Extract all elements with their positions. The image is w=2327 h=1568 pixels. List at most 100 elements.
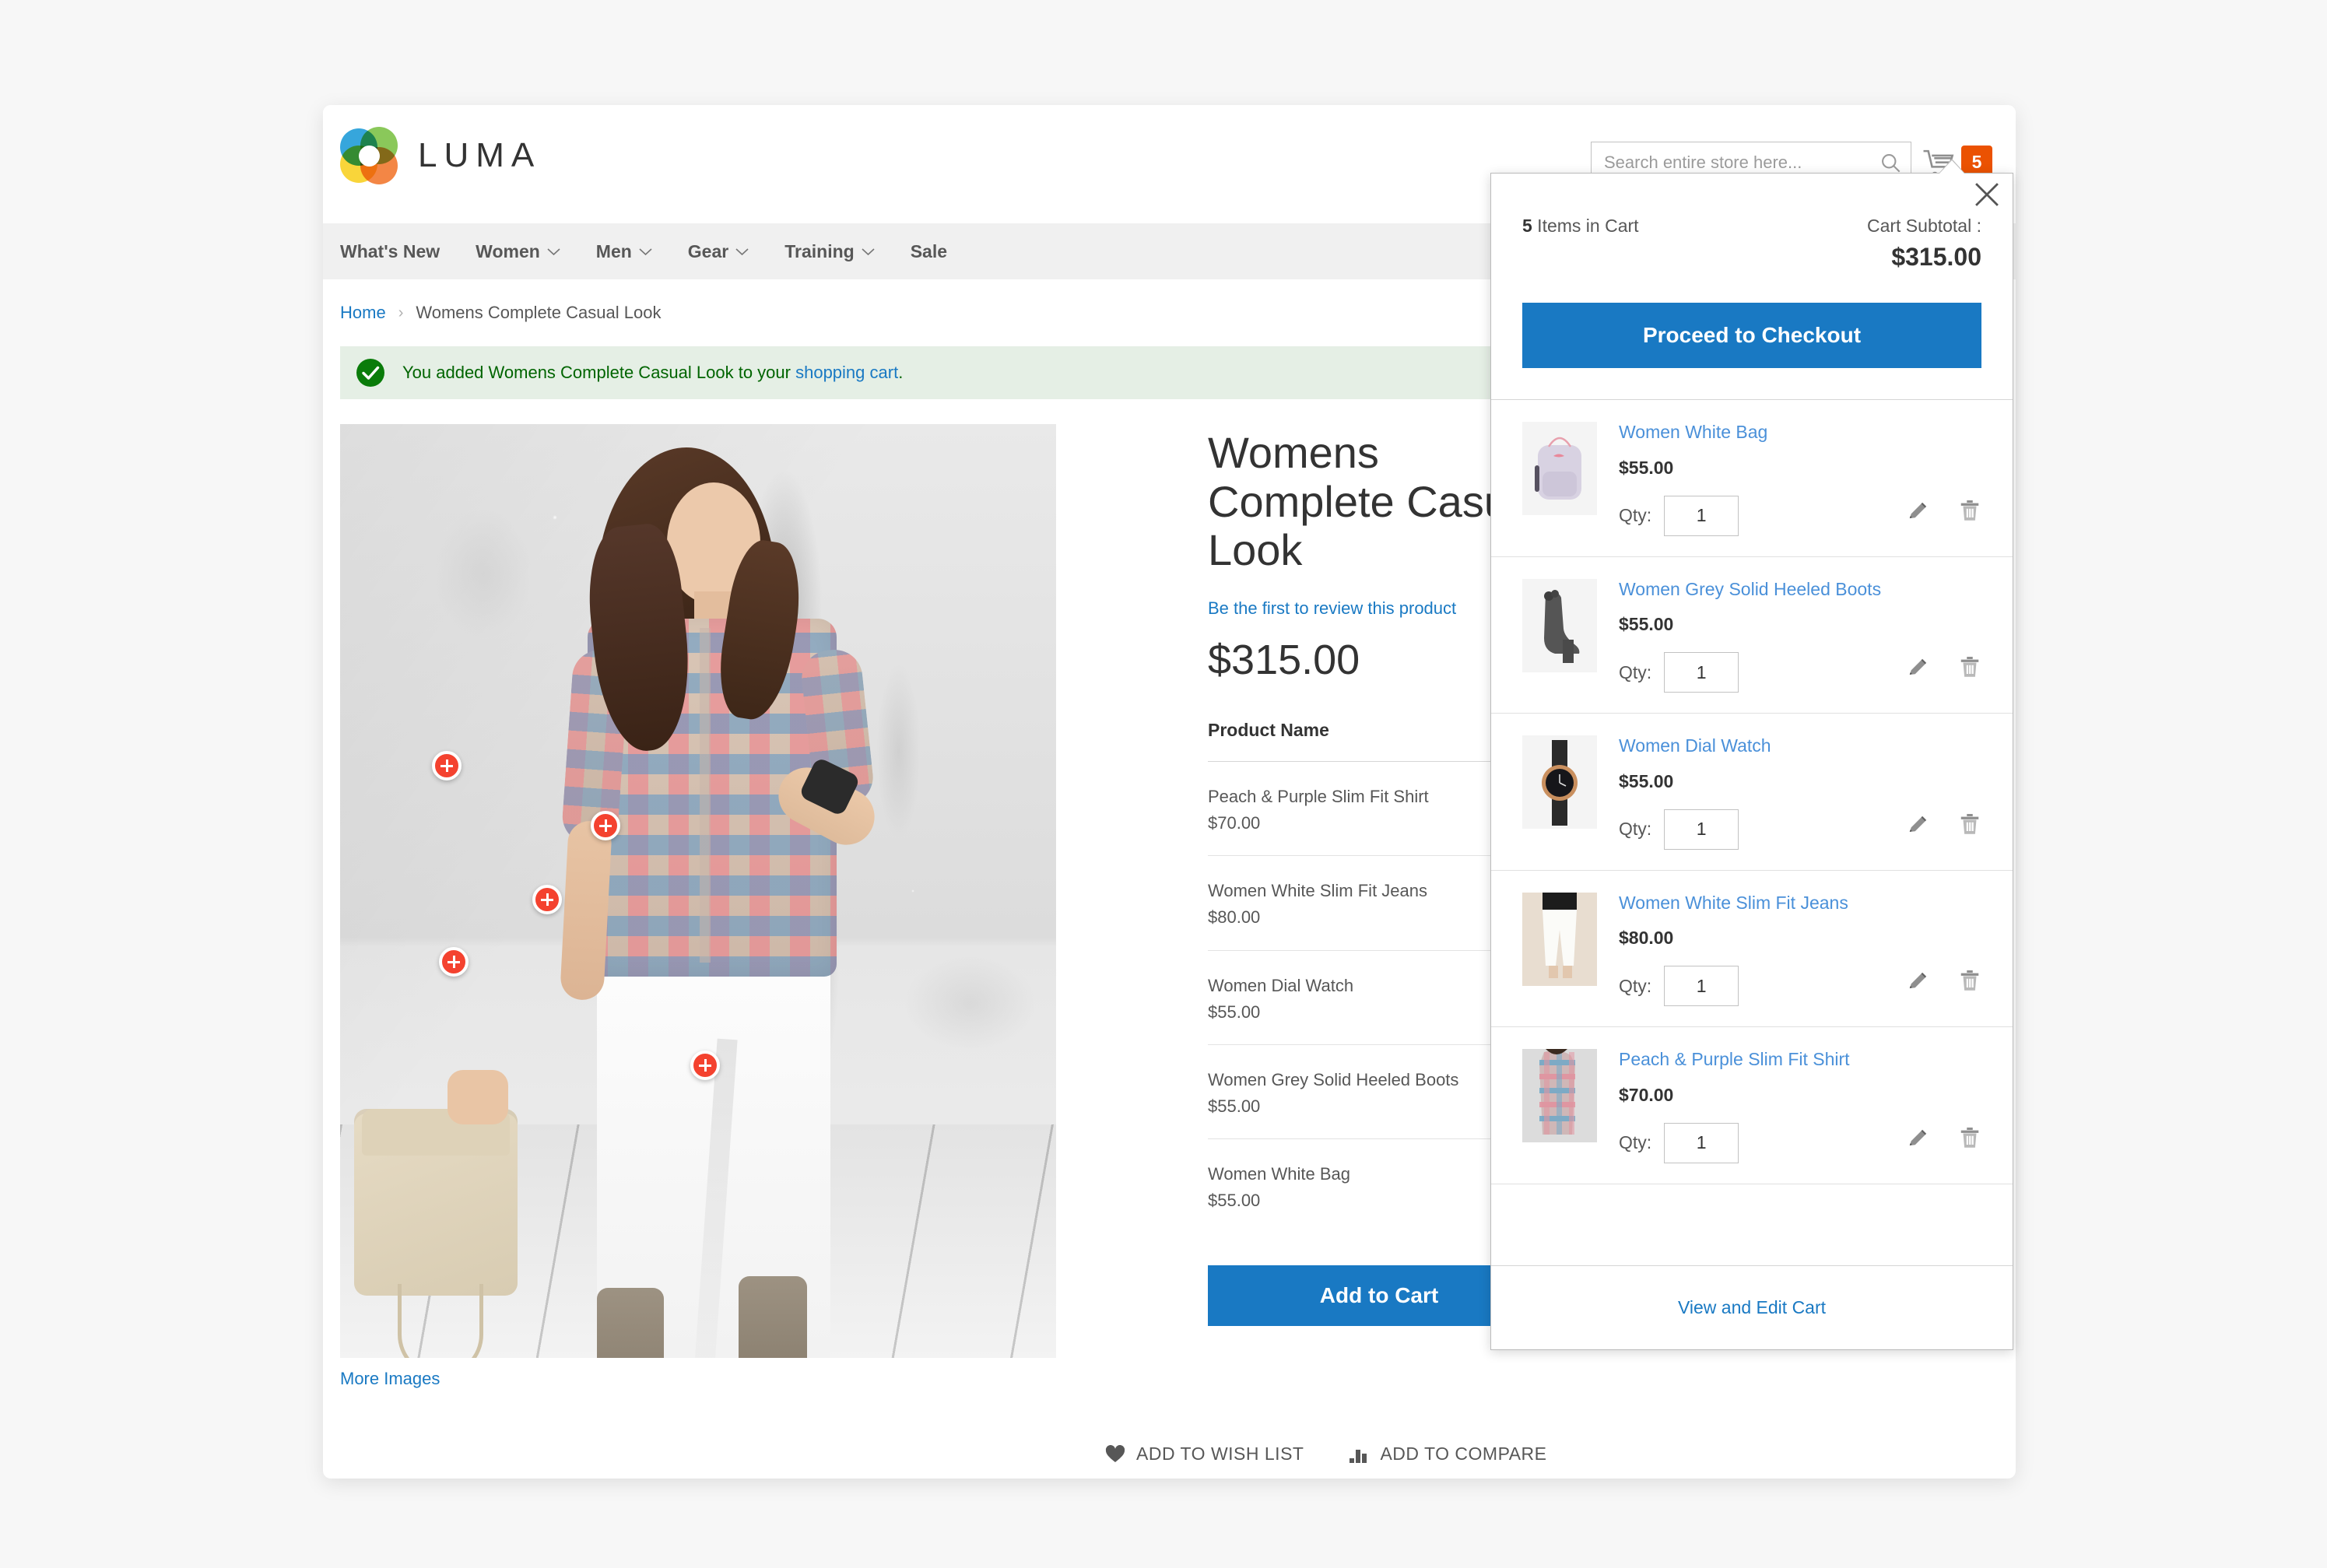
more-images-link[interactable]: More Images [340,1369,1056,1389]
cart-item-name[interactable]: Women White Slim Fit Jeans [1619,893,1981,914]
model-hand [447,1070,508,1124]
wishlist-label: ADD TO WISH LIST [1136,1443,1304,1464]
edit-item-button[interactable] [1907,499,1930,522]
pencil-icon [1909,1129,1927,1145]
hotspot-bag[interactable] [439,947,469,977]
hotspot-shirt[interactable] [432,751,462,780]
mini-cart-footer: View and Edit Cart [1491,1265,2013,1349]
cart-item-name[interactable]: Peach & Purple Slim Fit Shirt [1619,1049,1981,1071]
boot-image [1522,578,1597,672]
mini-cart-item: Peach & Purple Slim Fit Shirt $70.00 Qty… [1491,1027,2013,1184]
heart-icon [1105,1444,1125,1462]
qty-input[interactable] [1664,966,1739,1007]
chevron-down-icon [547,247,560,255]
shirt-image [1522,1049,1597,1143]
view-and-edit-cart-link[interactable]: View and Edit Cart [1678,1297,1826,1318]
site-logo[interactable]: LUMA [340,127,541,184]
mini-cart-item: Women Grey Solid Heeled Boots $55.00 Qty… [1491,557,2013,714]
add-to-compare-button[interactable]: ADD TO COMPARE [1349,1443,1546,1465]
qty-input[interactable] [1664,652,1739,693]
items-count-text: Items in Cart [1532,216,1639,236]
mini-cart-item: Women White Slim Fit Jeans $80.00 Qty: [1491,871,2013,1028]
qty-label: Qty: [1619,1132,1652,1153]
watch-image [1522,735,1597,830]
qty-input[interactable] [1664,495,1739,536]
remove-item-button[interactable] [1958,812,1981,836]
qty-label: Qty: [1619,819,1652,840]
trash-icon [1960,813,1979,834]
search-icon[interactable] [1879,152,1901,174]
remove-item-button[interactable] [1958,1126,1981,1149]
breadcrumb-current: Womens Complete Casual Look [416,303,662,322]
trash-icon [1960,657,1979,677]
chevron-down-icon [862,247,875,255]
pencil-icon [1909,502,1927,518]
nav-item-whats-new[interactable]: What's New [340,241,440,262]
cart-item-name[interactable]: Women Grey Solid Heeled Boots [1619,579,1981,601]
mini-cart-item-list: Women White Bag $55.00 Qty: 1 Women Grey… [1491,399,2013,1265]
jeans-image [1522,892,1597,986]
breadcrumb-home-link[interactable]: Home [340,303,386,323]
cart-item-price: $55.00 [1619,770,1674,791]
edit-item-button[interactable] [1907,1126,1930,1149]
remove-item-button[interactable] [1958,969,1981,992]
nav-item-men[interactable]: Men [596,241,652,262]
nav-item-gear[interactable]: Gear [688,241,749,262]
product-thumbnail[interactable] [1522,578,1597,672]
product-thumbnail[interactable] [1522,422,1597,515]
success-message-text: You added Womens Complete Casual Look to… [402,363,903,383]
model-left-boot [597,1288,664,1358]
nav-label: Training [784,240,855,261]
check-circle-icon [356,359,384,387]
subtotal-label: Cart Subtotal : [1866,216,1981,236]
product-thumbnail[interactable] [1522,892,1597,986]
mini-cart-items-count: 5 Items in Cart [1522,216,1639,237]
qty-label: Qty: [1619,661,1652,682]
remove-item-button[interactable] [1958,499,1981,522]
success-text-before: You added Womens Complete Casual Look to… [402,363,796,382]
hotspot-jeans[interactable] [532,885,562,914]
edit-item-button[interactable] [1907,969,1930,992]
product-thumbnail[interactable] [1522,735,1597,830]
add-to-wishlist-button[interactable]: ADD TO WISH LIST [1105,1443,1304,1465]
close-mini-cart-button[interactable] [1974,181,2000,208]
be-first-to-review-link[interactable]: Be the first to review this product [1208,598,1456,619]
cart-item-price: $80.00 [1619,928,1674,949]
success-text-after: . [898,363,904,382]
edit-item-button[interactable] [1907,655,1930,679]
qty-input[interactable] [1664,809,1739,850]
trash-icon [1960,970,1979,991]
edit-item-button[interactable] [1907,812,1930,836]
cart-item-price: $55.00 [1619,457,1674,478]
mini-cart-item: Women White Bag $55.00 Qty: [1491,400,2013,557]
nav-item-training[interactable]: Training [784,240,875,262]
nav-label: Gear [687,240,729,261]
mini-cart-subtotal: Cart Subtotal : $315.00 [1867,216,1981,272]
pencil-icon [1909,658,1927,675]
breadcrumb-separator: › [398,303,404,321]
nav-item-sale[interactable]: Sale [911,241,947,262]
model-right-boot [739,1276,807,1358]
trash-icon [1960,1127,1979,1148]
product-gallery: More Images [340,424,1056,1389]
shopping-cart-link[interactable]: shopping cart [795,363,898,382]
mini-cart-dropdown: 5 Items in Cart Cart Subtotal : $315.00 … [1490,159,2013,1350]
hotspot-watch[interactable] [591,811,620,840]
bar-chart-icon [1350,1449,1367,1463]
product-main-image[interactable] [340,424,1056,1358]
trash-icon [1960,500,1979,521]
proceed-to-checkout-button[interactable]: Proceed to Checkout [1522,303,1981,368]
mini-cart-item: Women Dial Watch $55.00 Qty: [1491,714,2013,871]
remove-item-button[interactable] [1958,655,1981,679]
nav-item-women[interactable]: Women [476,241,560,262]
nav-label: What's New [340,240,440,261]
product-social-actions: ADD TO WISH LIST ADD TO COMPARE [323,1389,2016,1465]
mini-cart-header: 5 Items in Cart Cart Subtotal : $315.00 … [1491,174,2013,368]
cart-item-name[interactable]: Women White Bag [1619,422,1981,444]
qty-input[interactable] [1664,1122,1739,1163]
cart-item-price: $55.00 [1619,614,1674,635]
product-thumbnail[interactable] [1522,1049,1597,1143]
subtotal-value: $315.00 [1891,243,1981,271]
hotspot-boots[interactable] [690,1051,720,1080]
cart-item-name[interactable]: Women Dial Watch [1619,735,1981,757]
